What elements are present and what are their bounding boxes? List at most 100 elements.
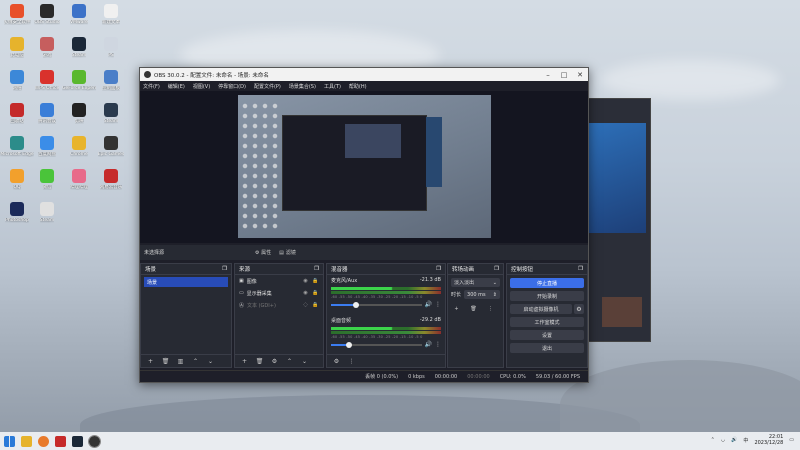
- properties-button[interactable]: ⚙ 属性: [255, 249, 271, 256]
- desktop-icon[interactable]: VMware: [62, 4, 96, 25]
- windows-start-icon[interactable]: [4, 435, 15, 447]
- preview-area[interactable]: [140, 91, 588, 243]
- gear-icon[interactable]: ⚙: [574, 304, 584, 314]
- lock-icon[interactable]: 🔒: [312, 278, 319, 284]
- scene-item[interactable]: 场景: [144, 277, 228, 287]
- network-icon[interactable]: ◡: [721, 437, 725, 443]
- desktop-icon[interactable]: PS: [94, 37, 128, 58]
- remove-transition-button[interactable]: 🗑: [468, 304, 479, 313]
- desktop-icon[interactable]: 新建文本: [94, 4, 128, 25]
- lock-icon[interactable]: 🔒: [312, 302, 319, 308]
- desktop-icon[interactable]: 腾讯会议: [30, 103, 64, 124]
- desktop-icon[interactable]: OBS Studio: [30, 4, 64, 25]
- menu-item[interactable]: 编辑(E): [168, 83, 185, 90]
- start-virtual-camera-button[interactable]: 启动虚拟摄像机: [510, 304, 572, 314]
- transition-select[interactable]: 淡入淡出 ⌄: [451, 278, 500, 287]
- input-language[interactable]: 中: [743, 437, 748, 444]
- source-row[interactable]: ▭ 显示器采集 ◉ 🔒: [235, 287, 323, 299]
- undock-icon[interactable]: ❐: [314, 266, 319, 272]
- desktop-icon[interactable]: 哔哩哔哩: [62, 169, 96, 190]
- move-up-button[interactable]: ⌃: [190, 357, 201, 366]
- speaker-icon[interactable]: 🔊: [425, 341, 432, 348]
- chevron-up-icon[interactable]: ⌃: [711, 437, 715, 443]
- desktop-icon[interactable]: 微信: [30, 169, 64, 190]
- desktop-icon[interactable]: Photoshop: [0, 202, 34, 223]
- add-scene-button[interactable]: +: [145, 357, 156, 366]
- desktop-icon[interactable]: 此电脑: [0, 37, 34, 58]
- volume-slider[interactable]: [331, 341, 422, 348]
- move-down-button[interactable]: ⌄: [299, 357, 310, 366]
- desktop-icon[interactable]: 游戏: [30, 37, 64, 58]
- settings-button[interactable]: 设置: [510, 330, 584, 340]
- source-properties-button[interactable]: ⚙: [269, 357, 280, 366]
- file-explorer-icon[interactable]: [21, 435, 32, 447]
- menu-item[interactable]: 配置文件(P): [254, 83, 281, 90]
- undock-icon[interactable]: ❐: [222, 266, 227, 272]
- steam-icon[interactable]: [72, 435, 83, 447]
- browser-icon[interactable]: [38, 435, 49, 447]
- minimize-button[interactable]: –: [540, 71, 556, 79]
- transition-menu-button[interactable]: ⋮: [485, 304, 496, 313]
- remove-scene-button[interactable]: 🗑: [160, 357, 171, 366]
- app-icon[interactable]: [55, 435, 66, 447]
- menu-item[interactable]: 帮助(H): [349, 83, 367, 90]
- desktop-icon[interactable]: 百度网盘: [30, 136, 64, 157]
- volume-knob[interactable]: [353, 301, 360, 308]
- start-recording-button[interactable]: 开始录制: [510, 291, 584, 301]
- speaker-icon[interactable]: 🔊: [425, 301, 432, 308]
- undock-icon[interactable]: ❐: [494, 266, 499, 272]
- menu-item[interactable]: 停靠窗口(D): [218, 83, 246, 90]
- title-bar[interactable]: OBS 30.0.2 - 配置文件: 未命名 - 场景: 未命名 – □ ✕: [140, 68, 588, 81]
- volume-slider[interactable]: [331, 301, 422, 308]
- desktop-icon[interactable]: QQ: [0, 169, 34, 190]
- desktop-icon[interactable]: 控制面板: [94, 70, 128, 91]
- visibility-icon[interactable]: ◉: [302, 278, 309, 284]
- desktop-icon[interactable]: Epic Games: [94, 136, 128, 157]
- more-icon[interactable]: ⋮: [435, 301, 441, 308]
- mixer-menu-button[interactable]: ⋮: [346, 357, 357, 366]
- desktop-icon[interactable]: WPS Office: [30, 70, 64, 91]
- add-transition-button[interactable]: +: [451, 304, 462, 313]
- desktop-icon[interactable]: 火绒安全软件: [0, 4, 34, 25]
- obs-window[interactable]: OBS 30.0.2 - 配置文件: 未命名 - 场景: 未命名 – □ ✕ 文…: [139, 67, 589, 383]
- lock-icon[interactable]: 🔒: [312, 290, 319, 296]
- background-window[interactable]: [583, 98, 651, 342]
- desktop-icon[interactable]: Steam: [30, 202, 64, 223]
- remove-source-button[interactable]: 🗑: [254, 357, 265, 366]
- more-icon[interactable]: ⋮: [435, 341, 441, 348]
- maximize-button[interactable]: □: [556, 71, 572, 79]
- menu-item[interactable]: 场景集合(S): [289, 83, 316, 90]
- menu-item[interactable]: 工具(T): [324, 83, 341, 90]
- move-down-button[interactable]: ⌄: [205, 357, 216, 366]
- desktop-icon[interactable]: Steam: [94, 103, 128, 124]
- scene-filters-button[interactable]: ▥: [175, 357, 186, 366]
- clock[interactable]: 22:01 2023/12/28: [754, 434, 783, 446]
- move-up-button[interactable]: ⌃: [284, 357, 295, 366]
- studio-mode-button[interactable]: 工作室模式: [510, 317, 584, 327]
- stop-streaming-button[interactable]: 停止直播: [510, 278, 584, 288]
- close-button[interactable]: ✕: [572, 71, 588, 79]
- desktop-icon[interactable]: 剪映: [62, 103, 96, 124]
- volume-knob[interactable]: [346, 341, 353, 348]
- visibility-icon[interactable]: ◌: [302, 302, 309, 308]
- undock-icon[interactable]: ❐: [578, 266, 583, 272]
- source-row[interactable]: ▣ 图像 ◉ 🔒: [235, 275, 323, 287]
- desktop-icon[interactable]: 网易云音乐: [94, 169, 128, 190]
- undock-icon[interactable]: ❐: [436, 266, 441, 272]
- obs-taskbar-icon[interactable]: [88, 434, 101, 448]
- desktop-icon[interactable]: Microsoft Edge: [0, 136, 34, 157]
- desktop-icon[interactable]: 网络: [0, 70, 34, 91]
- mixer-settings-button[interactable]: ⚙: [331, 357, 342, 366]
- desktop-icon[interactable]: Chrome: [62, 136, 96, 157]
- desktop-icon[interactable]: GeForce Experience: [62, 70, 96, 91]
- volume-icon[interactable]: 🔊: [731, 437, 737, 443]
- filters-button[interactable]: ▤ 滤镜: [279, 249, 296, 257]
- menu-item[interactable]: 文件(F): [143, 83, 160, 90]
- menu-item[interactable]: 视图(V): [193, 83, 210, 90]
- preview-canvas[interactable]: [238, 95, 491, 238]
- desktop-icon[interactable]: 回收站: [0, 103, 34, 124]
- visibility-icon[interactable]: ◉: [302, 290, 309, 296]
- source-row[interactable]: Ⓐ 文本 (GDI+) ◌ 🔒: [235, 299, 323, 311]
- add-source-button[interactable]: +: [239, 357, 250, 366]
- exit-button[interactable]: 退出: [510, 343, 584, 353]
